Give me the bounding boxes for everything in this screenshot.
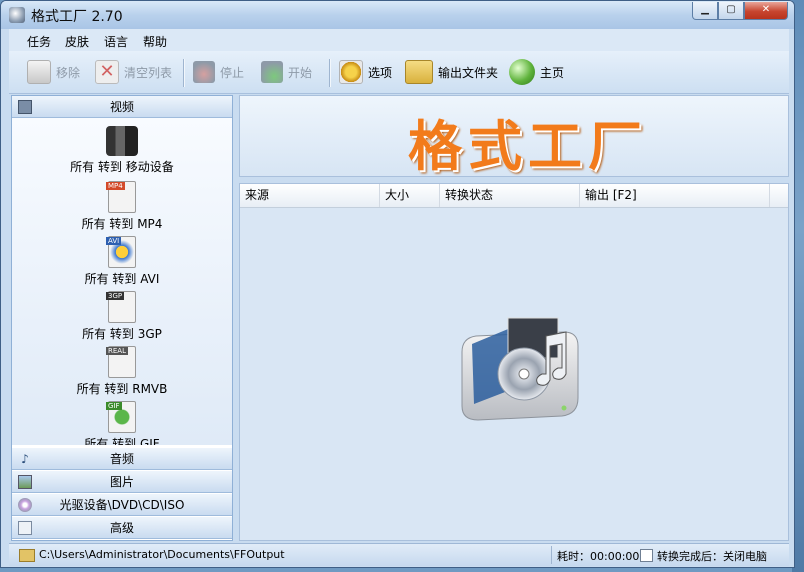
video-category-icon — [18, 100, 32, 114]
folder-icon[interactable] — [19, 549, 35, 562]
menu-bar: 任务 皮肤 语言 帮助 — [9, 29, 789, 52]
list-item-label: 所有 转到 GIF — [84, 437, 160, 445]
picture-icon — [18, 475, 32, 489]
home-button[interactable]: 主页 — [509, 59, 564, 85]
menu-skin[interactable]: 皮肤 — [65, 33, 89, 50]
clear-list-button[interactable]: ✕ 清空列表 — [95, 59, 172, 85]
gif-badge: GIF — [106, 402, 122, 410]
shutdown-checkbox[interactable] — [640, 549, 653, 562]
gif-file-icon: GIF — [106, 401, 136, 433]
window-title: 格式工厂 2.70 — [31, 9, 123, 25]
list-item-label: 所有 转到 移动设备 — [70, 160, 174, 174]
avi-badge: AVI — [106, 237, 122, 245]
title-bar[interactable]: 格式工厂 2.70 ▁ ▢ ✕ — [1, 1, 794, 29]
globe-icon — [509, 59, 535, 85]
category-audio[interactable]: ♪ 音频 — [12, 448, 232, 470]
toolbar-divider — [183, 59, 185, 87]
format-factory-logo-icon — [461, 317, 579, 421]
menu-task[interactable]: 任务 — [27, 33, 51, 50]
list-item-mp4[interactable]: MP4 所有 转到 MP4 — [12, 181, 232, 232]
category-advanced-label: 高级 — [109, 521, 134, 535]
category-audio-label: 音频 — [109, 452, 134, 466]
3gp-file-icon: 3GP — [106, 291, 136, 323]
minimize-button[interactable]: ▁ — [692, 2, 718, 20]
task-table: 来源 大小 转换状态 输出 [F2] — [239, 183, 789, 541]
app-window: 格式工厂 2.70 ▁ ▢ ✕ 任务 皮肤 语言 帮助 移除 ✕ 清空列表 停止… — [0, 0, 795, 568]
mobile-device-icon — [106, 126, 138, 156]
maximize-button[interactable]: ▢ — [718, 2, 744, 20]
start-icon — [261, 61, 283, 83]
category-rom-label: 光驱设备\DVD\CD\ISO — [59, 498, 185, 512]
status-bar: C:\Users\Administrator\Documents\FFOutpu… — [9, 543, 789, 566]
list-item-label: 所有 转到 3GP — [82, 327, 162, 341]
clear-list-label: 清空列表 — [124, 65, 173, 80]
category-video-label: 视频 — [109, 100, 134, 114]
options-label: 选项 — [368, 65, 393, 80]
avi-file-icon: AVI — [106, 236, 136, 268]
category-panel: 视频 所有 转到 移动设备 MP4 所有 转到 MP4 AVI 所有 转到 AV… — [11, 95, 233, 541]
list-item-label: 所有 转到 MP4 — [81, 217, 163, 231]
mp4-file-icon: MP4 — [106, 181, 136, 213]
remove-label: 移除 — [56, 65, 81, 80]
video-format-list: 所有 转到 移动设备 MP4 所有 转到 MP4 AVI 所有 转到 AVI 3… — [12, 118, 232, 445]
stop-label: 停止 — [220, 65, 245, 80]
toolbar-divider — [329, 59, 331, 87]
category-video[interactable]: 视频 — [12, 96, 232, 118]
menu-language[interactable]: 语言 — [104, 33, 128, 50]
folder-icon — [405, 60, 433, 84]
3gp-badge: 3GP — [106, 292, 125, 300]
gear-icon — [339, 60, 363, 84]
column-size[interactable]: 大小 — [380, 184, 440, 207]
remove-icon — [27, 60, 51, 84]
list-item-mobile[interactable]: 所有 转到 移动设备 — [12, 126, 232, 175]
after-convert-label: 转换完成后：关闭电脑 — [657, 550, 767, 563]
status-divider — [551, 546, 552, 564]
disc-icon — [18, 498, 32, 512]
column-status[interactable]: 转换状态 — [440, 184, 580, 207]
list-item-label: 所有 转到 RMVB — [76, 382, 168, 396]
mp4-badge: MP4 — [106, 182, 125, 190]
close-button[interactable]: ✕ — [744, 2, 788, 20]
elapsed-time: 耗时：00:00:00 — [557, 550, 640, 563]
banner: 格式工厂 — [239, 95, 789, 178]
toolbar: 移除 ✕ 清空列表 停止 开始 选项 输出文件夹 主页 — [9, 51, 789, 94]
clear-list-icon: ✕ — [95, 60, 119, 84]
stop-icon — [193, 61, 215, 83]
column-output[interactable]: 输出 [F2] — [580, 184, 770, 207]
list-item-gif[interactable]: GIF 所有 转到 GIF — [12, 401, 232, 445]
list-item-rmvb[interactable]: REAL 所有 转到 RMVB — [12, 346, 232, 397]
remove-button[interactable]: 移除 — [27, 59, 80, 85]
rmvb-file-icon: REAL — [106, 346, 136, 378]
list-item-3gp[interactable]: 3GP 所有 转到 3GP — [12, 291, 232, 342]
category-image[interactable]: 图片 — [12, 471, 232, 493]
menu-help[interactable]: 帮助 — [143, 33, 167, 50]
table-header: 来源 大小 转换状态 输出 [F2] — [240, 184, 788, 208]
list-item-label: 所有 转到 AVI — [84, 272, 160, 286]
category-advanced[interactable]: 高级 — [12, 517, 232, 539]
home-label: 主页 — [540, 65, 565, 80]
options-button[interactable]: 选项 — [339, 59, 392, 85]
advanced-icon — [18, 521, 32, 535]
list-item-avi[interactable]: AVI 所有 转到 AVI — [12, 236, 232, 287]
app-icon — [9, 7, 25, 23]
output-path[interactable]: C:\Users\Administrator\Documents\FFOutpu… — [39, 548, 285, 561]
start-button[interactable]: 开始 — [261, 59, 312, 85]
category-rom[interactable]: 光驱设备\DVD\CD\ISO — [12, 494, 232, 516]
category-image-label: 图片 — [109, 475, 134, 489]
output-folder-button[interactable]: 输出文件夹 — [405, 59, 498, 85]
start-label: 开始 — [288, 65, 313, 80]
music-note-icon: ♪ — [21, 452, 29, 466]
banner-logo-text: 格式工厂 — [408, 115, 648, 178]
output-folder-label: 输出文件夹 — [438, 65, 499, 80]
stop-button[interactable]: 停止 — [193, 59, 244, 85]
rmvb-badge: REAL — [106, 347, 128, 355]
column-source[interactable]: 来源 — [240, 184, 380, 207]
